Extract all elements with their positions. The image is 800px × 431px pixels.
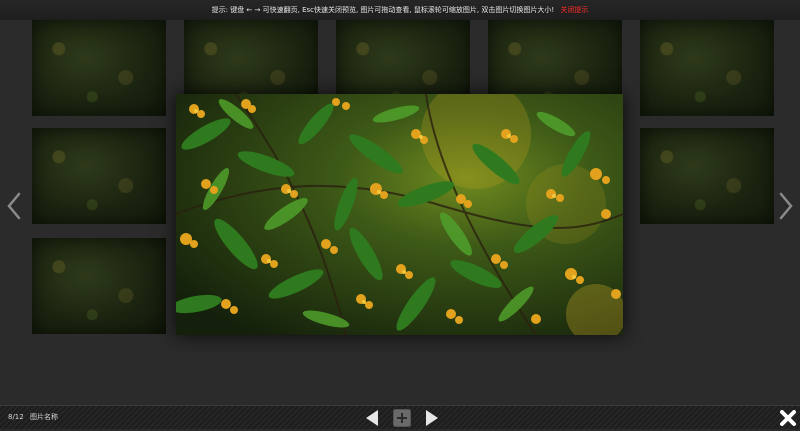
plus-icon xyxy=(393,409,411,427)
image-caption: 图片名称 xyxy=(30,413,58,421)
triangle-right-icon xyxy=(426,410,438,426)
viewer-toolbar: 8/12 图片名称 xyxy=(0,405,800,429)
thumbnail[interactable] xyxy=(32,20,166,116)
zoom-button[interactable] xyxy=(393,409,411,431)
image-counter: 8/12 xyxy=(8,413,24,421)
hint-text: 提示: 键盘 ← → 可快速翻页, Esc快速关闭预览, 图片可拖动查看, 鼠标… xyxy=(211,6,555,14)
thumbnail[interactable] xyxy=(640,128,774,224)
toolbar-next-button[interactable] xyxy=(424,409,440,431)
prev-image-button[interactable] xyxy=(4,188,24,224)
chevron-right-icon xyxy=(779,192,793,220)
hint-bar: 提示: 键盘 ← → 可快速翻页, Esc快速关闭预览, 图片可拖动查看, 鼠标… xyxy=(0,0,800,20)
thumbnail[interactable] xyxy=(32,128,166,224)
osmanthus-photo xyxy=(176,94,623,335)
toolbar-prev-button[interactable] xyxy=(364,409,380,431)
close-icon xyxy=(780,410,796,426)
chevron-left-icon xyxy=(7,192,21,220)
preview-image[interactable] xyxy=(176,94,623,335)
triangle-left-icon xyxy=(366,410,378,426)
close-hint-link[interactable]: 关闭提示 xyxy=(560,6,588,14)
next-image-button[interactable] xyxy=(776,188,796,224)
thumbnail[interactable] xyxy=(640,20,774,116)
close-viewer-button[interactable] xyxy=(779,409,797,431)
thumbnail[interactable] xyxy=(32,238,166,334)
